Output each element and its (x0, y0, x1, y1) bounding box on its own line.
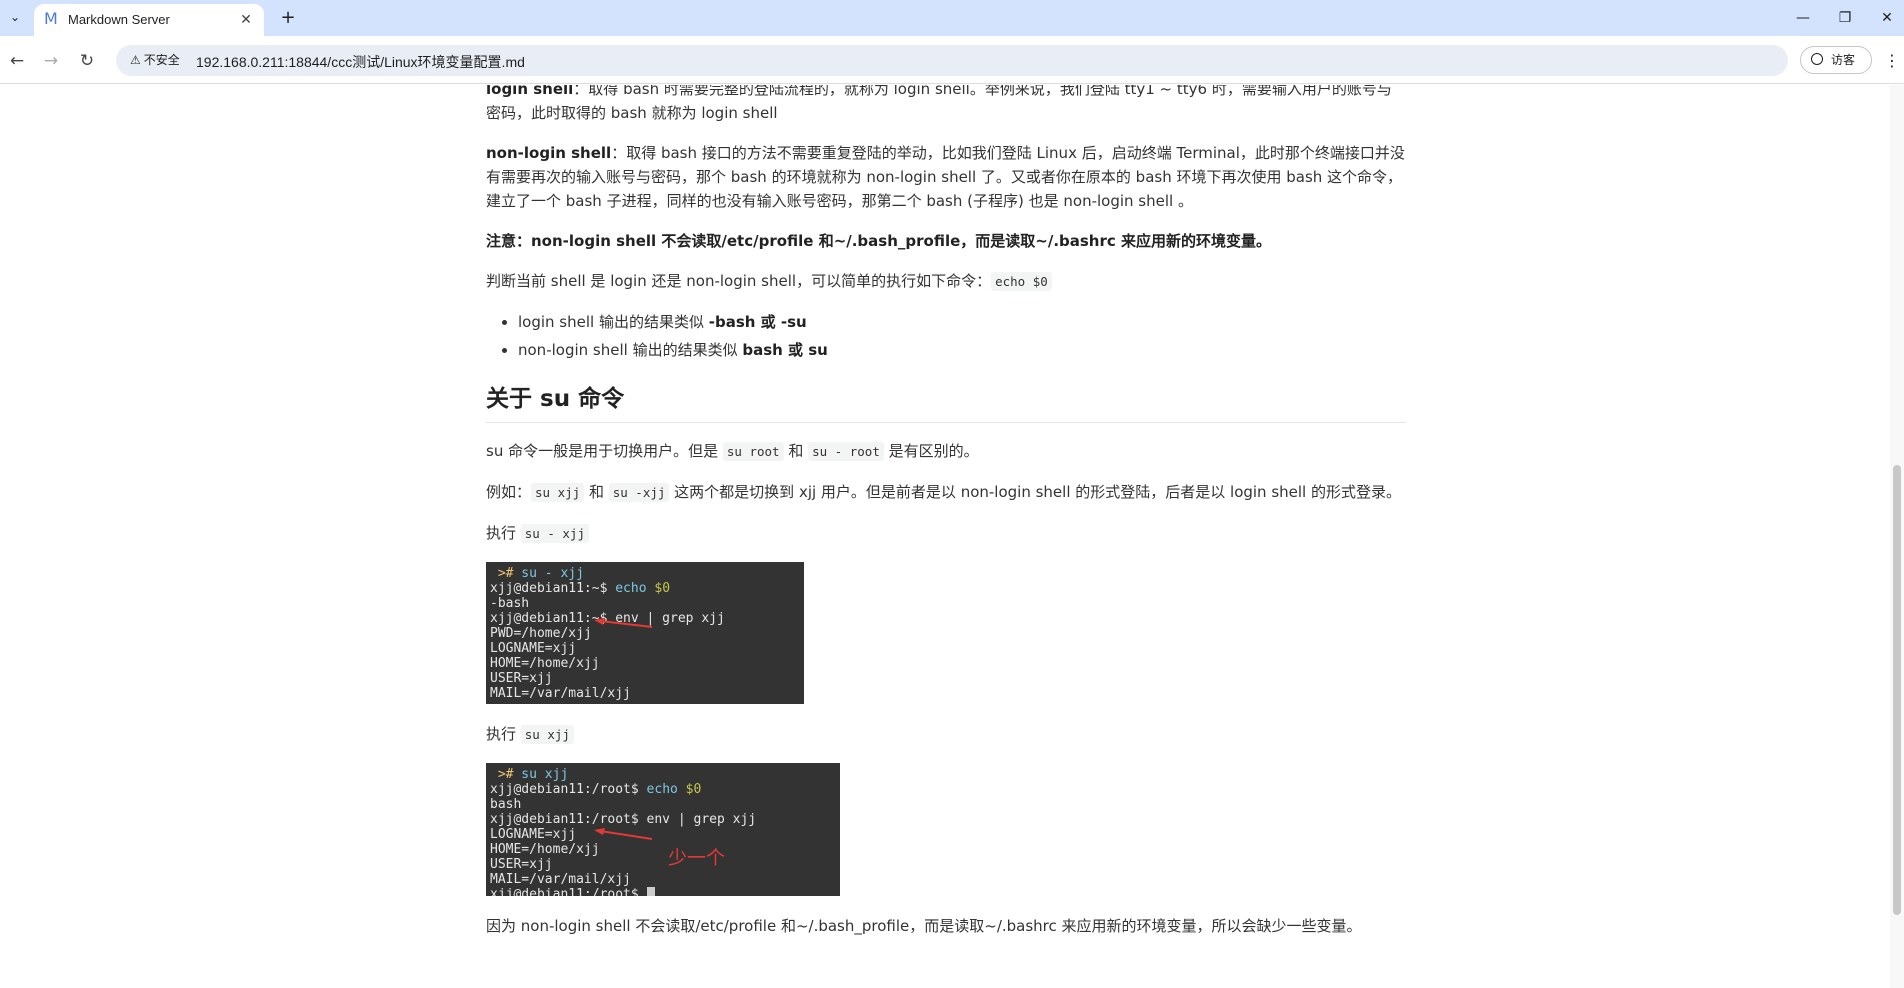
paragraph-exec-2: 执行 su xjj (486, 722, 1406, 747)
code-exec-2: su xjj (520, 725, 574, 744)
code-su-xjj: su xjj (531, 483, 585, 502)
note-text: 注意：non-login shell 不会读取/etc/profile 和~/.… (486, 232, 1271, 250)
list-item-text: non-login shell 输出的结果类似 (518, 341, 743, 359)
security-label: 不安全 (143, 53, 180, 67)
tab-markdown-server[interactable]: M Markdown Server ✕ (34, 4, 264, 36)
back-arrow-icon[interactable]: ← (4, 48, 30, 74)
term-command: su xjj (513, 767, 569, 782)
scrollbar-thumb[interactable] (1893, 465, 1901, 915)
code-echo: echo $0 (991, 272, 1052, 291)
exec-2-text: 执行 (486, 725, 521, 743)
url-text[interactable]: 192.168.0.211:18844/ccc测试/Linux环境变量配置.md (196, 52, 525, 72)
term-argument: $0 (646, 581, 671, 596)
page-scrollbar[interactable] (1890, 85, 1904, 988)
list-item: login shell 输出的结果类似 -bash 或 -su (518, 310, 1406, 334)
example-and: 和 (584, 483, 609, 501)
term-prompt: ># (490, 566, 514, 581)
window-close-icon[interactable]: ✕ (1872, 4, 1902, 32)
tab-title: Markdown Server (68, 12, 170, 27)
term-nonlogin-shell: non-login shell (486, 144, 612, 162)
red-arrow-icon (594, 828, 653, 840)
code-exec-1: su - xjj (520, 524, 589, 543)
term-line: USER=xjj (490, 857, 553, 872)
text-nonlogin-shell: ：取得 bash 接口的方法不需要重复登陆的举动，比如我们登陆 Linux 后，… (486, 144, 1405, 210)
heading-su-command: 关于 su 命令 (486, 384, 1406, 423)
paragraph-example: 例如： su xjj 和 su -xjj 这两个都是切换到 xjj 用户。但是前者… (486, 480, 1406, 505)
terminal-screenshot-nonlogin: ># su xjj xjj@debian11:/root$ echo $0 bash… (486, 763, 840, 896)
term-line: ># su - xjj (490, 566, 800, 581)
list-item-bold: -bash 或 -su (708, 313, 807, 331)
term-argument: $0 (677, 782, 702, 797)
profile-avatar-icon (1811, 53, 1823, 65)
terminal-screenshot-login: ># su - xjj xjj@debian11:~$ echo $0 -bash x… (486, 562, 804, 704)
paragraph-nonlogin-shell: non-login shell：取得 bash 接口的方法不需要重复登陆的举动，… (486, 141, 1406, 213)
paragraph-su-intro: su 命令一般是用于切换用户。但是 su root 和 su - root 是有… (486, 439, 1406, 464)
address-bar[interactable]: ⚠ 不安全 192.168.0.211:18844/ccc测试/Linux环境变量… (116, 45, 1788, 76)
term-command: su - xjj (513, 566, 584, 581)
paragraph-because: 因为 non-login shell 不会读取/etc/profile 和~/.… (486, 917, 1362, 935)
profile-guest-button[interactable]: 访客 (1800, 46, 1872, 74)
term-line: LOGNAME=xjj (490, 827, 577, 842)
paragraph-note: 注意：non-login shell 不会读取/etc/profile 和~/.… (486, 229, 1406, 253)
security-indicator[interactable]: ⚠ 不安全 (122, 49, 188, 72)
result-list: login shell 输出的结果类似 -bash 或 -su non-logi… (486, 310, 1406, 362)
term-line: xjj@debian11:/root$ (490, 887, 836, 896)
new-tab-plus-icon[interactable]: + (276, 6, 300, 30)
markdown-favicon-icon: M (44, 9, 58, 28)
forward-arrow-icon[interactable]: → (38, 48, 64, 74)
su-intro-text: su 命令一般是用于切换用户。但是 (486, 442, 723, 460)
su-intro-and: 和 (783, 442, 809, 460)
code-su-root: su root (722, 442, 784, 461)
term-line: xjj@debian11:/root$ echo $0 (490, 782, 836, 797)
restore-icon[interactable]: ❐ (1830, 4, 1860, 32)
paragraph-judge: 判断当前 shell 是 login 还是 non-login shell，可以… (486, 269, 1406, 294)
reload-icon[interactable]: ↻ (74, 48, 100, 74)
su-intro-end: 是有区别的。 (883, 442, 979, 460)
code-su-dash-root: su - root (808, 442, 884, 461)
term-line: MAIL=/var/mail/xjj (490, 686, 631, 701)
warning-triangle-icon: ⚠ (130, 53, 141, 67)
term-line: USER=xjj (490, 671, 553, 686)
term-line: LOGNAME=xjj (490, 641, 577, 656)
example-end: 这两个都是切换到 xjj 用户。但是前者是以 non-login shell 的… (669, 483, 1401, 501)
term-line: HOME=/home/xjj (490, 842, 600, 857)
exec-1-text: 执行 (486, 524, 521, 542)
term-line: -bash (490, 596, 530, 611)
paragraph-exec-1: 执行 su - xjj (486, 521, 1406, 546)
page-viewport: login shell：取得 bash 时需要完整的登陆流程的，就称为 logi… (0, 85, 1904, 988)
term-line: HOME=/home/xjj (490, 656, 600, 671)
list-item: non-login shell 输出的结果类似 bash 或 su (518, 338, 1406, 362)
text-login-shell: ：取得 bash 时需要完整的登陆流程的，就称为 login shell。举例来… (486, 85, 1392, 122)
term-prompt: xjj@debian11:/root$ (490, 887, 647, 896)
term-command: echo (646, 782, 678, 797)
more-menu-icon[interactable]: ⋮ (1884, 48, 1900, 74)
minimize-icon[interactable]: — (1788, 4, 1818, 32)
term-prompt: xjj@debian11:/root$ (490, 782, 647, 797)
term-line: xjj@debian11:~$ echo $0 (490, 581, 800, 596)
code-su-dash-xjj: su -xjj (608, 483, 670, 502)
term-line: xjj@debian11:/root$ env | grep xjj (490, 812, 757, 827)
judge-text: 判断当前 shell 是 login 还是 non-login shell，可以… (486, 272, 992, 290)
term-prompt: xjj@debian11:~$ (490, 581, 616, 596)
term-login-shell: login shell (486, 85, 574, 98)
term-prompt: ># (490, 767, 514, 782)
term-command: echo (615, 581, 647, 596)
term-line: ># su xjj (490, 767, 836, 782)
close-tab-icon[interactable]: ✕ (236, 10, 256, 30)
tab-strip: ⌄ M Markdown Server ✕ + — ❐ ✕ (0, 0, 1904, 36)
tab-search-chevron-icon[interactable]: ⌄ (4, 6, 26, 28)
missing-variable-annotation: 少一个 (668, 847, 726, 869)
browser-toolbar: ← → ↻ ⚠ 不安全 192.168.0.211:18844/ccc测试/Lin… (0, 36, 1904, 84)
list-item-bold: bash 或 su (742, 341, 828, 359)
term-line: bash (490, 797, 522, 812)
red-arrow-icon (594, 618, 653, 628)
paragraph-login-shell: login shell：取得 bash 时需要完整的登陆流程的，就称为 logi… (486, 85, 1406, 125)
terminal-cursor (646, 887, 655, 896)
list-item-text: login shell 输出的结果类似 (518, 313, 709, 331)
markdown-article: login shell：取得 bash 时需要完整的登陆流程的，就称为 logi… (486, 85, 1406, 954)
guest-label: 访客 (1831, 53, 1856, 67)
example-text: 例如： (486, 483, 532, 501)
term-line: MAIL=/var/mail/xjj (490, 872, 631, 887)
